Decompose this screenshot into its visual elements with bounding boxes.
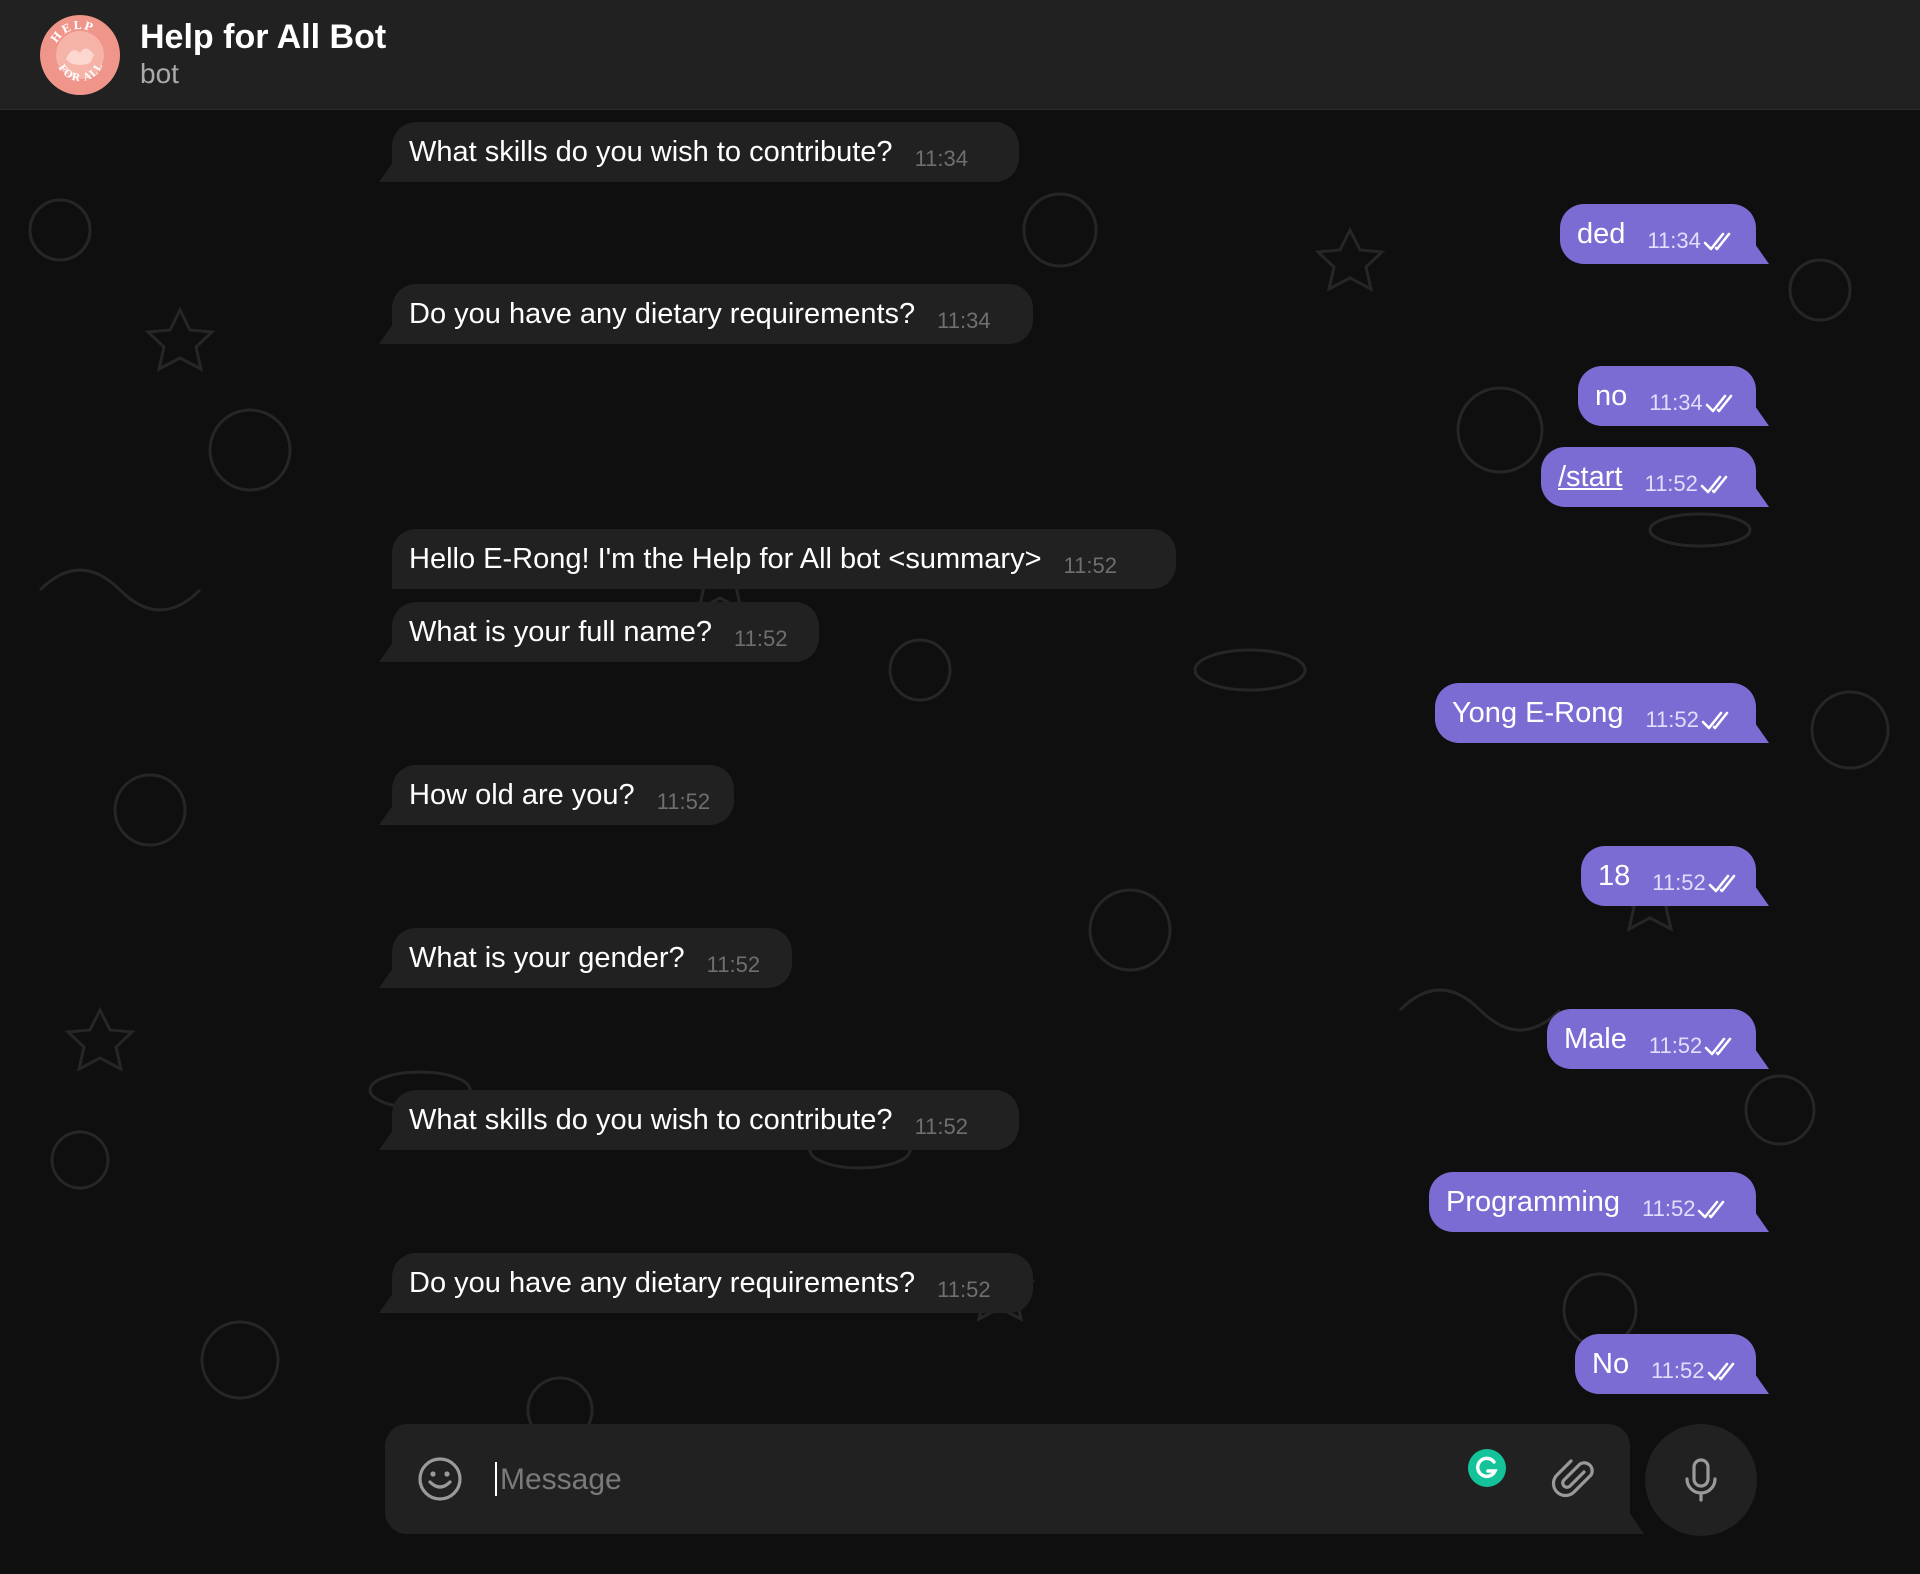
incoming-message[interactable]: What skills do you wish to contribute? 1… (379, 1090, 1019, 1150)
double-check-icon (1700, 475, 1728, 494)
incoming-message[interactable]: What skills do you wish to contribute? 1… (379, 122, 1019, 182)
message-text: What is your full name? (409, 615, 713, 648)
message-composer (385, 1424, 1644, 1534)
message-time: 11:52 (1063, 553, 1117, 578)
grammarly-icon[interactable] (1467, 1448, 1507, 1488)
chat-header[interactable]: HELP FOR ALL Help for All Bot bot (0, 0, 1920, 110)
microphone-icon (1685, 1458, 1717, 1502)
text-cursor (495, 1462, 497, 1496)
message-time: 11:52 (734, 626, 788, 651)
incoming-message[interactable]: What is your full name? 11:52 (379, 602, 819, 662)
message-text: What skills do you wish to contribute? (409, 1103, 893, 1136)
message-time: 11:34 (937, 308, 991, 333)
message-time: 11:52 (1645, 707, 1699, 732)
message-time: 11:52 (1644, 471, 1698, 496)
outgoing-message[interactable]: /start 11:52 (1541, 447, 1769, 507)
message-time: 11:52 (1651, 1358, 1705, 1383)
outgoing-message[interactable]: 18 11:52 (1581, 846, 1769, 906)
outgoing-message[interactable]: no 11:34 (1578, 366, 1769, 426)
message-input[interactable] (498, 1454, 1302, 1506)
message-time: 11:52 (706, 952, 761, 977)
message-time: 11:34 (914, 146, 968, 171)
incoming-message[interactable]: What is your gender? 11:52 (379, 928, 792, 988)
incoming-message[interactable]: Do you have any dietary requirements? 11… (379, 284, 1033, 344)
double-check-icon (1704, 1037, 1732, 1056)
double-check-icon (1701, 711, 1729, 730)
bot-avatar[interactable]: HELP FOR ALL (40, 15, 120, 95)
outgoing-message[interactable]: Programming 11:52 (1429, 1172, 1769, 1232)
message-text: ded (1577, 217, 1626, 250)
incoming-message[interactable]: How old are you? 11:52 (379, 765, 734, 825)
message-text: no (1595, 379, 1628, 412)
message-time: 11:52 (1652, 870, 1706, 895)
message-text: Do you have any dietary requirements? (409, 297, 916, 330)
double-check-icon (1708, 874, 1735, 893)
message-text: How old are you? (409, 778, 635, 811)
chat-subtitle: bot (140, 58, 179, 89)
incoming-message[interactable]: Do you have any dietary requirements? 11… (379, 1253, 1033, 1313)
message-text: No (1592, 1347, 1630, 1380)
double-check-icon (1703, 232, 1731, 251)
double-check-icon (1707, 1362, 1734, 1381)
bot-command-link[interactable]: /start (1558, 461, 1622, 494)
message-time: 11:34 (1649, 390, 1703, 415)
message-time: 11:52 (656, 789, 711, 814)
double-check-icon (1698, 1200, 1725, 1219)
voice-record-button[interactable] (1645, 1424, 1757, 1536)
message-time: 11:52 (1642, 1196, 1696, 1221)
message-text: Hello E-Rong! I'm the Help for All bot <… (409, 542, 1042, 575)
smile-icon[interactable] (415, 1454, 465, 1504)
message-time: 11:34 (1647, 228, 1701, 253)
message-text: 18 (1598, 859, 1631, 892)
message-time: 11:52 (914, 1114, 968, 1139)
paperclip-icon[interactable] (1550, 1454, 1600, 1504)
outgoing-message[interactable]: ded 11:34 (1560, 204, 1769, 264)
incoming-message[interactable]: Hello E-Rong! I'm the Help for All bot <… (392, 529, 1176, 589)
message-text: Programming (1446, 1185, 1621, 1218)
chat-title[interactable]: Help for All Bot (140, 18, 386, 57)
outgoing-message[interactable]: No 11:52 (1575, 1334, 1769, 1394)
message-time: 11:52 (937, 1277, 991, 1302)
message-list[interactable]: What skills do you wish to contribute? 1… (0, 110, 1920, 1574)
message-text: What skills do you wish to contribute? (409, 135, 893, 168)
outgoing-message[interactable]: Yong E-Rong 11:52 (1435, 683, 1769, 743)
message-text: What is your gender? (409, 941, 685, 974)
outgoing-message[interactable]: Male 11:52 (1547, 1009, 1769, 1069)
double-check-icon (1705, 394, 1732, 413)
message-text: Yong E-Rong (1452, 696, 1624, 729)
message-text: Male (1564, 1022, 1627, 1055)
message-time: 11:52 (1648, 1033, 1703, 1058)
message-text: Do you have any dietary requirements? (409, 1266, 916, 1299)
